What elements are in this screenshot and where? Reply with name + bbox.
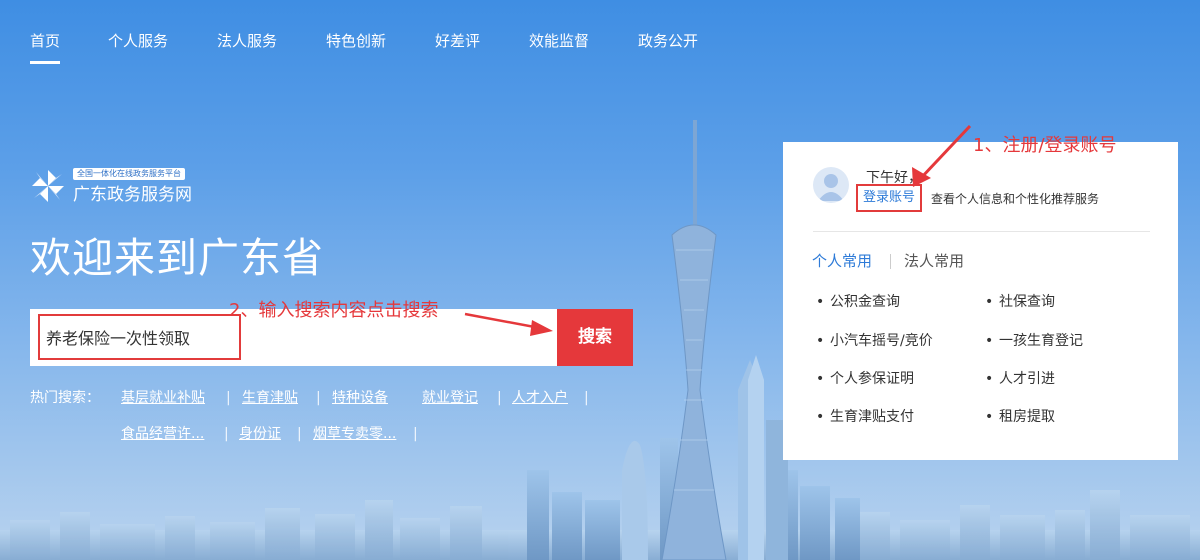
hot-search-label: 热门搜索：	[30, 390, 100, 406]
hot-search-separator: |	[316, 390, 321, 406]
service-link[interactable]: 社保查询	[985, 292, 1055, 312]
service-link[interactable]: 人才引进	[985, 369, 1055, 389]
service-link[interactable]: 生育津贴支付	[816, 407, 914, 427]
annotation-step-2: 2、输入搜索内容点击搜索	[229, 300, 439, 321]
hot-search-separator: |	[413, 426, 418, 442]
hot-search-link[interactable]: 烟草专卖零...	[313, 424, 396, 444]
login-button[interactable]: 登录账号	[856, 184, 922, 212]
nav-item-service-rating[interactable]: 好差评	[435, 30, 480, 64]
hot-search-separator: |	[584, 390, 589, 406]
panel-divider	[813, 231, 1150, 232]
nav-item-legal-entity-services[interactable]: 法人服务	[217, 30, 277, 64]
site-logo[interactable]: 全国一体化在线政务服务平台 广东政务服务网	[30, 168, 250, 206]
welcome-heading: 欢迎来到广东省	[30, 234, 324, 282]
hot-search-separator: |	[297, 426, 302, 442]
hot-search-link[interactable]: 生育津贴	[242, 388, 298, 408]
service-link[interactable]: 小汽车摇号/竞价	[816, 331, 933, 351]
nav-item-government-affairs[interactable]: 政务公开	[638, 30, 698, 64]
annotation-step-1: 1、注册/登录账号	[973, 135, 1117, 156]
hot-search-separator: |	[497, 390, 502, 406]
user-avatar-icon[interactable]	[813, 167, 849, 203]
search-button[interactable]: 搜索	[557, 309, 633, 366]
user-panel: 下午好， 登录账号 查看个人信息和个性化推荐服务 个人常用 法人常用 公积金查询…	[783, 142, 1178, 460]
hot-search-link[interactable]: 特种设备	[332, 388, 388, 408]
hot-search-link[interactable]: 就业登记	[422, 388, 478, 408]
search-input[interactable]	[38, 314, 241, 360]
hot-search-link[interactable]: 基层就业补贴	[121, 388, 205, 408]
hot-search-link[interactable]: 人才入户	[512, 388, 568, 408]
nav-item-personal-services[interactable]: 个人服务	[108, 30, 168, 64]
service-link[interactable]: 个人参保证明	[816, 369, 914, 389]
service-link[interactable]: 租房提取	[985, 407, 1055, 427]
service-link[interactable]: 公积金查询	[816, 292, 900, 312]
site-name: 广东政务服务网	[73, 185, 192, 205]
tab-separator	[890, 254, 891, 269]
top-navigation: 首页 个人服务 法人服务 特色创新 好差评 效能监督 政务公开	[0, 0, 1200, 70]
nav-item-home[interactable]: 首页	[30, 30, 61, 64]
service-link[interactable]: 一孩生育登记	[985, 331, 1083, 351]
hot-search-separator: |	[226, 390, 231, 406]
hot-search-link[interactable]: 食品经营许...	[121, 424, 204, 444]
pinwheel-logo-icon	[32, 170, 64, 202]
nav-item-efficiency-supervision[interactable]: 效能监督	[529, 30, 589, 64]
tab-personal-common[interactable]: 个人常用	[812, 250, 872, 272]
tab-legal-common[interactable]: 法人常用	[904, 250, 964, 272]
hot-search-separator: |	[224, 426, 229, 442]
login-description: 查看个人信息和个性化推荐服务	[931, 192, 1100, 206]
platform-badge: 全国一体化在线政务服务平台	[73, 168, 185, 180]
hot-search-link[interactable]: 身份证	[239, 424, 281, 444]
nav-item-featured-innovation[interactable]: 特色创新	[326, 30, 386, 64]
